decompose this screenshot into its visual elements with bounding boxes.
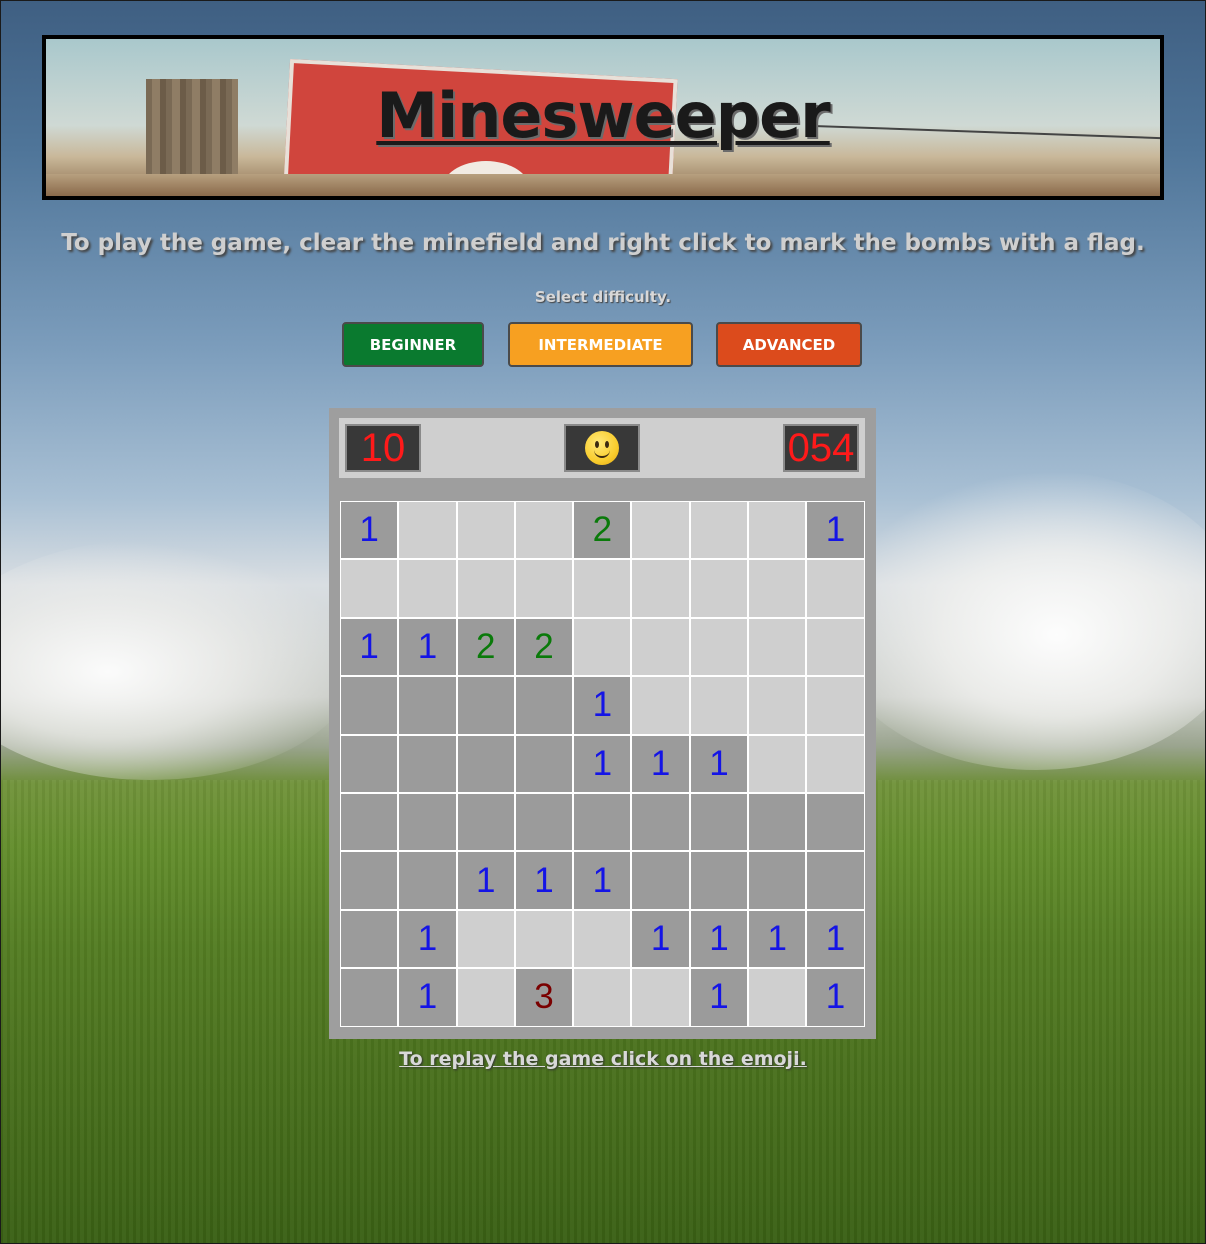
board-cell[interactable] [340,851,399,910]
board-cell[interactable]: 2 [456,617,515,677]
board-cell[interactable] [340,734,399,793]
board-cell[interactable] [748,734,807,793]
board-cell[interactable] [806,559,865,618]
board-cell[interactable]: 1 [398,617,457,677]
board-cell[interactable] [456,909,515,969]
board-cell[interactable] [806,792,865,852]
board-cell[interactable] [340,676,399,735]
board-cell[interactable]: 1 [806,501,865,560]
board-cell[interactable] [573,968,632,1027]
board-cell[interactable] [340,792,399,852]
board-cell[interactable] [456,676,515,735]
board-cell[interactable] [748,617,807,677]
intermediate-button[interactable]: INTERMEDIATE [508,322,693,367]
board-cell[interactable] [748,559,807,618]
board-cell[interactable] [340,559,399,618]
board-cell[interactable] [631,617,690,677]
board-cell[interactable] [806,851,865,910]
board-cell[interactable]: 1 [340,501,399,560]
board-cell[interactable]: 1 [689,909,749,969]
board-cell[interactable] [398,851,457,910]
advanced-button[interactable]: ADVANCED [716,322,862,367]
board-cell[interactable] [631,851,690,910]
minefield-grid: 12111221111111111111311 [340,501,865,1027]
board-cell[interactable] [514,909,574,969]
board-cell[interactable]: 1 [748,909,807,969]
board-cell[interactable] [748,501,807,560]
board-cell[interactable] [631,676,690,735]
board-cell[interactable] [748,792,807,852]
mine-counter: 10 [345,424,421,472]
page-title: Minesweeper [376,79,830,152]
board-cell[interactable] [398,792,457,852]
board-cell[interactable]: 1 [573,851,632,910]
board-cell[interactable]: 1 [573,676,632,735]
replay-instructions: To replay the game click on the emoji. [399,1048,807,1070]
board-cell[interactable] [748,968,807,1027]
board-cell[interactable] [631,792,690,852]
beginner-button[interactable]: BEGINNER [342,322,484,367]
board-cell[interactable] [456,559,515,618]
board-cell[interactable] [748,851,807,910]
board-cell[interactable] [573,617,632,677]
game-panel: 10 054 12111221111111111111311 [329,408,876,1039]
board-cell[interactable]: 1 [631,734,690,793]
board-cell[interactable] [573,909,632,969]
board-cell[interactable]: 1 [573,734,632,793]
instructions-text: To play the game, clear the minefield an… [61,230,1145,256]
board-cell[interactable] [514,501,574,560]
header-banner: Minesweeper [42,35,1164,200]
board-cell[interactable]: 3 [514,968,574,1027]
board-cell[interactable]: 1 [689,968,749,1027]
board-cell[interactable]: 1 [456,851,515,910]
board-cell[interactable] [456,792,515,852]
board-cell[interactable] [398,676,457,735]
board-cell[interactable] [689,617,749,677]
board-cell[interactable]: 1 [806,909,865,969]
banner-ground [46,174,1160,196]
difficulty-label: Select difficulty. [534,288,672,306]
board-cell[interactable]: 1 [514,851,574,910]
board-cell[interactable] [573,559,632,618]
board-cell[interactable] [689,559,749,618]
board-cell[interactable] [806,676,865,735]
smiley-face-icon [585,431,619,465]
board-cell[interactable] [689,676,749,735]
board-cell[interactable] [573,792,632,852]
board-cell[interactable]: 2 [573,501,632,560]
board-cell[interactable] [806,617,865,677]
background-cloud-left [0,540,360,780]
board-cell[interactable] [631,501,690,560]
board-cell[interactable] [456,968,515,1027]
board-cell[interactable]: 2 [514,617,574,677]
board-cell[interactable] [514,792,574,852]
board-cell[interactable] [631,559,690,618]
board-cell[interactable]: 1 [398,968,457,1027]
board-cell[interactable] [689,501,749,560]
status-bar: 10 054 [339,418,865,478]
board-cell[interactable] [631,968,690,1027]
board-cell[interactable] [456,501,515,560]
reset-emoji-button[interactable] [564,424,640,472]
board-cell[interactable] [748,676,807,735]
board-cell[interactable] [398,559,457,618]
board-cell[interactable] [398,501,457,560]
board-cell[interactable]: 1 [631,909,690,969]
board-cell[interactable] [340,909,399,969]
board-cell[interactable] [689,851,749,910]
board-cell[interactable] [514,734,574,793]
board-cell[interactable] [514,559,574,618]
board-cell[interactable] [514,676,574,735]
board-cell[interactable]: 1 [806,968,865,1027]
board-cell[interactable]: 1 [340,617,399,677]
board-cell[interactable] [456,734,515,793]
board-cell[interactable] [398,734,457,793]
board-cell[interactable]: 1 [689,734,749,793]
timer-display: 054 [783,424,859,472]
board-cell[interactable] [806,734,865,793]
board-cell[interactable]: 1 [398,909,457,969]
background-cloud-right [826,470,1206,770]
board-cell[interactable] [689,792,749,852]
board-cell[interactable] [340,968,399,1027]
